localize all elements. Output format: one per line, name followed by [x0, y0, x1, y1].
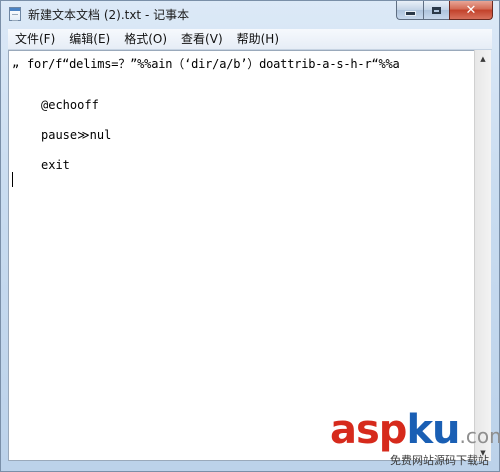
- editor-line: pause≫nul: [41, 128, 112, 142]
- minimize-button[interactable]: [396, 1, 423, 20]
- menu-edit[interactable]: 编辑(E): [62, 29, 117, 49]
- menu-view[interactable]: 查看(V): [174, 29, 230, 49]
- close-icon: ✕: [465, 2, 477, 18]
- scroll-up-arrow-icon[interactable]: ▲: [475, 50, 491, 67]
- menu-format[interactable]: 格式(O): [117, 29, 174, 49]
- watermark-asp: asp: [330, 407, 407, 453]
- editor-line: exit: [41, 158, 70, 172]
- watermark-ku: ku: [406, 407, 460, 453]
- window-title: 新建文本文档 (2).txt - 记事本: [28, 8, 190, 22]
- watermark-com: .com: [459, 424, 500, 448]
- menu-help[interactable]: 帮助(H): [230, 29, 286, 49]
- notepad-app-icon[interactable]: [9, 7, 21, 21]
- editor-line: for/f“delims=？”%%ain（‘dir/a/b’）doattrib-…: [27, 57, 400, 71]
- text-caret: [12, 172, 13, 187]
- close-button[interactable]: ✕: [449, 1, 493, 20]
- vertical-scrollbar[interactable]: ▲ ▼: [474, 50, 491, 461]
- editor-line-wrap: ”: [12, 63, 20, 77]
- caption-buttons: ✕: [396, 1, 493, 20]
- text-editor-area[interactable]: for/f“delims=？”%%ain（‘dir/a/b’）doattrib-…: [8, 50, 478, 461]
- maximize-icon: [432, 6, 441, 14]
- site-watermark-logo: aspku.com: [330, 410, 500, 450]
- maximize-button[interactable]: [423, 1, 449, 20]
- minimize-icon: [404, 10, 416, 16]
- notepad-window: 新建文本文档 (2).txt - 记事本 ✕ 文件(F) 编辑(E) 格式(O)…: [0, 0, 500, 472]
- editor-line: @echooff: [41, 98, 99, 112]
- menu-file[interactable]: 文件(F): [8, 29, 62, 49]
- title-bar[interactable]: 新建文本文档 (2).txt - 记事本 ✕: [1, 1, 499, 27]
- watermark-subtitle: 免费网站源码下载站: [390, 454, 489, 467]
- menu-bar: 文件(F) 编辑(E) 格式(O) 查看(V) 帮助(H): [8, 29, 492, 50]
